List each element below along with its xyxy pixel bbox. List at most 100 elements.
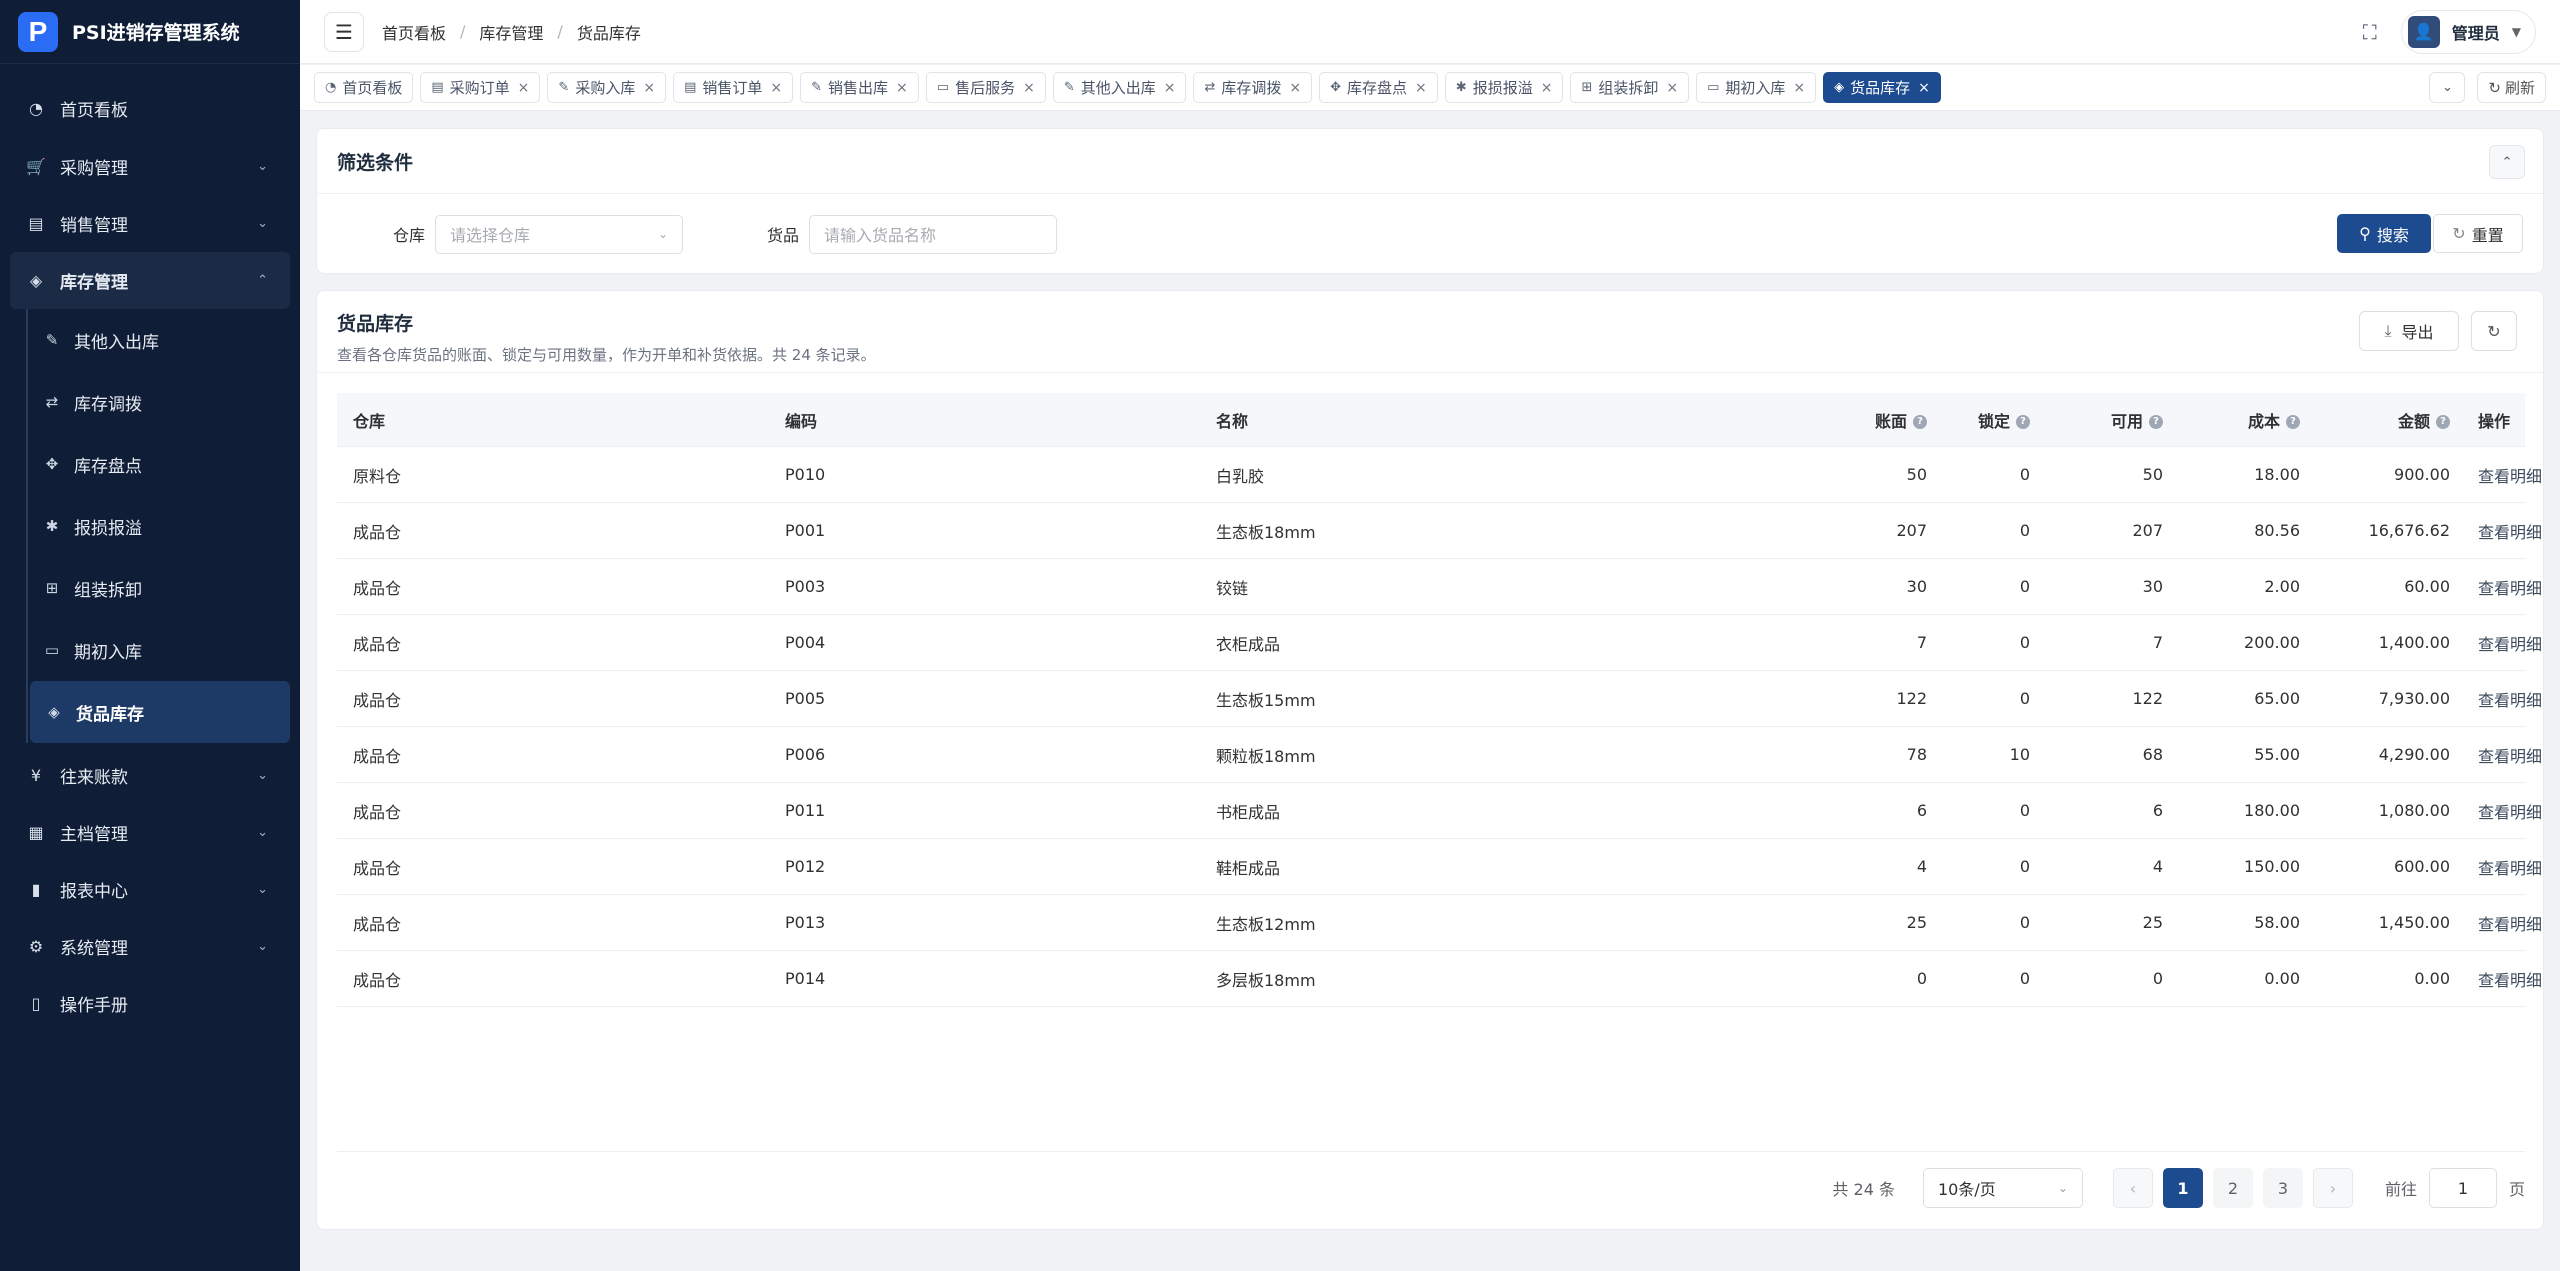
menu-toggle-icon[interactable]: ☰ [324, 11, 364, 52]
sidebar-item-loss-overflow[interactable]: ✱ 报损报溢 [28, 495, 290, 557]
user-menu[interactable]: 👤 管理员 ▼ [2400, 9, 2536, 54]
help-icon[interactable]: ? [2149, 415, 2163, 429]
page-button[interactable]: 2 [2212, 1168, 2253, 1208]
tab-label: 采购入库 [575, 79, 636, 97]
tab-purchase-inbound[interactable]: ✎ 采购入库 × [547, 72, 667, 103]
tab-goods-stock[interactable]: ◈ 货品库存 × [1823, 72, 1941, 103]
sidebar-item-inventory[interactable]: ◈ 库存管理 ⌃ [10, 252, 290, 309]
close-icon[interactable]: × [643, 80, 655, 96]
reload-icon[interactable]: ↻ [2471, 311, 2517, 351]
sidebar-item-master-data[interactable]: ▦ 主档管理 ⌄ [0, 804, 300, 861]
sidebar-item-goods-stock[interactable]: ◈ 货品库存 [30, 681, 290, 743]
help-icon[interactable]: ? [1913, 415, 1927, 429]
close-icon[interactable]: × [1164, 80, 1176, 96]
cell-available: 30 [2142, 577, 2163, 596]
tab-dashboard[interactable]: ◔ 首页看板 [314, 72, 414, 103]
sidebar-item-other-inout[interactable]: ✎ 其他入出库 [28, 309, 290, 371]
close-icon[interactable]: × [1666, 80, 1678, 96]
sidebar-item-manual[interactable]: ▯ 操作手册 [0, 975, 300, 1032]
breadcrumb-item[interactable]: 库存管理 [479, 20, 543, 44]
view-detail-link[interactable]: 查看明细 [2466, 799, 2542, 823]
column-header-label: 可用 [2110, 411, 2143, 431]
goto-label: 前往 [2384, 1180, 2417, 1199]
warehouse-placeholder: 请选择仓库 [450, 226, 531, 245]
prev-page-button[interactable]: ‹ [2112, 1168, 2153, 1208]
tab-loss-overflow[interactable]: ✱ 报损报溢 × [1444, 72, 1564, 103]
view-detail-link[interactable]: 查看明细 [2466, 743, 2542, 767]
cell-amount: 1,450.00 [2378, 913, 2450, 932]
table-row: 成品仓 P001 生态板18mm 207 0 207 80.56 16,676.… [337, 503, 2542, 559]
filter-panel: 筛选条件 ⌃ 仓库 请选择仓库 ⌄ 货品 请输入货品名称 ⚲ 搜索 ↻ 重置 [316, 128, 2544, 274]
tab-assembly[interactable]: ⊞ 组装拆卸 × [1570, 72, 1690, 103]
tab-sales-order[interactable]: ▤ 销售订单 × [673, 72, 794, 103]
chevron-down-icon[interactable]: ⌄ [2429, 72, 2466, 103]
help-icon[interactable]: ? [2436, 415, 2450, 429]
sidebar-item-system[interactable]: ⚙ 系统管理 ⌄ [0, 918, 300, 975]
close-icon[interactable]: × [518, 80, 530, 96]
close-icon[interactable]: × [1289, 80, 1301, 96]
view-detail-link[interactable]: 查看明细 [2466, 967, 2542, 991]
close-icon[interactable]: × [1023, 80, 1035, 96]
view-detail-link[interactable]: 查看明细 [2466, 519, 2542, 543]
sidebar-item-label: 销售管理 [60, 216, 128, 236]
page-button[interactable]: 3 [2262, 1168, 2303, 1208]
tab-sales-outbound[interactable]: ✎ 销售出库 × [800, 72, 919, 103]
close-icon[interactable]: × [1918, 80, 1930, 96]
tab-purchase-order[interactable]: ▤ 采购订单 × [420, 72, 541, 103]
caret-down-icon: ▼ [2511, 24, 2521, 39]
sidebar-item-assembly[interactable]: ⊞ 组装拆卸 [28, 557, 290, 619]
column-header-label: 金额 [2397, 411, 2430, 431]
tab-stocktake[interactable]: ✥ 库存盘点 × [1319, 72, 1438, 103]
chevron-down-icon: ⌄ [257, 939, 268, 954]
fullscreen-icon[interactable]: ⛶ [2363, 20, 2377, 44]
reset-button[interactable]: ↻ 重置 [2433, 214, 2523, 253]
page-size-select[interactable]: 10条/页 ⌄ [1922, 1168, 2083, 1208]
help-icon[interactable]: ? [2016, 415, 2030, 429]
goto-page-input[interactable]: 1 [2428, 1168, 2497, 1208]
view-detail-link[interactable]: 查看明细 [2466, 575, 2542, 599]
view-detail-link[interactable]: 查看明细 [2466, 687, 2542, 711]
sidebar-item-reports[interactable]: ▮ 报表中心 ⌄ [0, 861, 300, 918]
view-detail-link[interactable]: 查看明细 [2466, 463, 2542, 487]
tab-transfer[interactable]: ⇄ 库存调拨 × [1193, 72, 1313, 103]
app-title: PSI进销存管理系统 [72, 22, 240, 44]
sidebar-item-stocktake[interactable]: ✥ 库存盘点 [28, 433, 290, 495]
tab-opening-stock[interactable]: ▭ 期初入库 × [1696, 72, 1817, 103]
yen-icon: ¥ [30, 766, 42, 785]
edit-icon: ✎ [811, 80, 823, 95]
view-detail-link[interactable]: 查看明细 [2466, 631, 2542, 655]
close-icon[interactable]: × [896, 80, 908, 96]
cell-locked: 0 [2019, 913, 2030, 932]
sidebar-item-label: 组装拆卸 [74, 580, 142, 601]
view-detail-link[interactable]: 查看明细 [2466, 911, 2542, 935]
sidebar-item-dashboard[interactable]: ◔ 首页看板 [0, 78, 300, 138]
close-icon[interactable]: × [1415, 80, 1427, 96]
sidebar-item-transfer[interactable]: ⇄ 库存调拨 [28, 371, 290, 433]
chevron-up-icon[interactable]: ⌃ [2489, 145, 2525, 179]
tab-after-sales[interactable]: ▭ 售后服务 × [925, 72, 1046, 103]
search-button[interactable]: ⚲ 搜索 [2337, 214, 2431, 253]
grid-icon: ⊞ [45, 579, 59, 597]
cell-available: 207 [2132, 521, 2163, 540]
goods-search-input[interactable]: 请输入货品名称 [809, 214, 1058, 254]
next-page-button[interactable]: › [2312, 1168, 2353, 1208]
page-button[interactable]: 1 [2162, 1168, 2203, 1208]
cell-cost: 2.00 [2264, 577, 2300, 596]
close-icon[interactable]: × [1541, 80, 1553, 96]
close-icon[interactable]: × [1793, 80, 1805, 96]
sidebar-item-accounts[interactable]: ¥ 往来账款 ⌄ [0, 747, 300, 804]
sidebar-item-purchase[interactable]: 🛒 采购管理 ⌄ [0, 138, 300, 195]
tab-other-inout[interactable]: ✎ 其他入出库 × [1052, 72, 1187, 103]
close-icon[interactable]: × [770, 80, 782, 96]
breadcrumb-item[interactable]: 首页看板 [382, 20, 446, 44]
help-icon[interactable]: ? [2286, 415, 2300, 429]
warehouse-select[interactable]: 请选择仓库 ⌄ [435, 214, 684, 254]
sidebar-item-sales[interactable]: ▤ 销售管理 ⌄ [0, 195, 300, 252]
refresh-tab-button[interactable]: ↻ 刷新 [2477, 72, 2546, 103]
cell-code: P011 [785, 801, 826, 820]
sidebar-item-opening-stock[interactable]: ▭ 期初入库 [28, 619, 290, 681]
export-button[interactable]: ⤓ 导出 [2359, 311, 2459, 351]
view-detail-link[interactable]: 查看明细 [2466, 855, 2542, 879]
sidebar-item-label: 首页看板 [60, 100, 128, 121]
database-icon: ▦ [28, 823, 44, 842]
